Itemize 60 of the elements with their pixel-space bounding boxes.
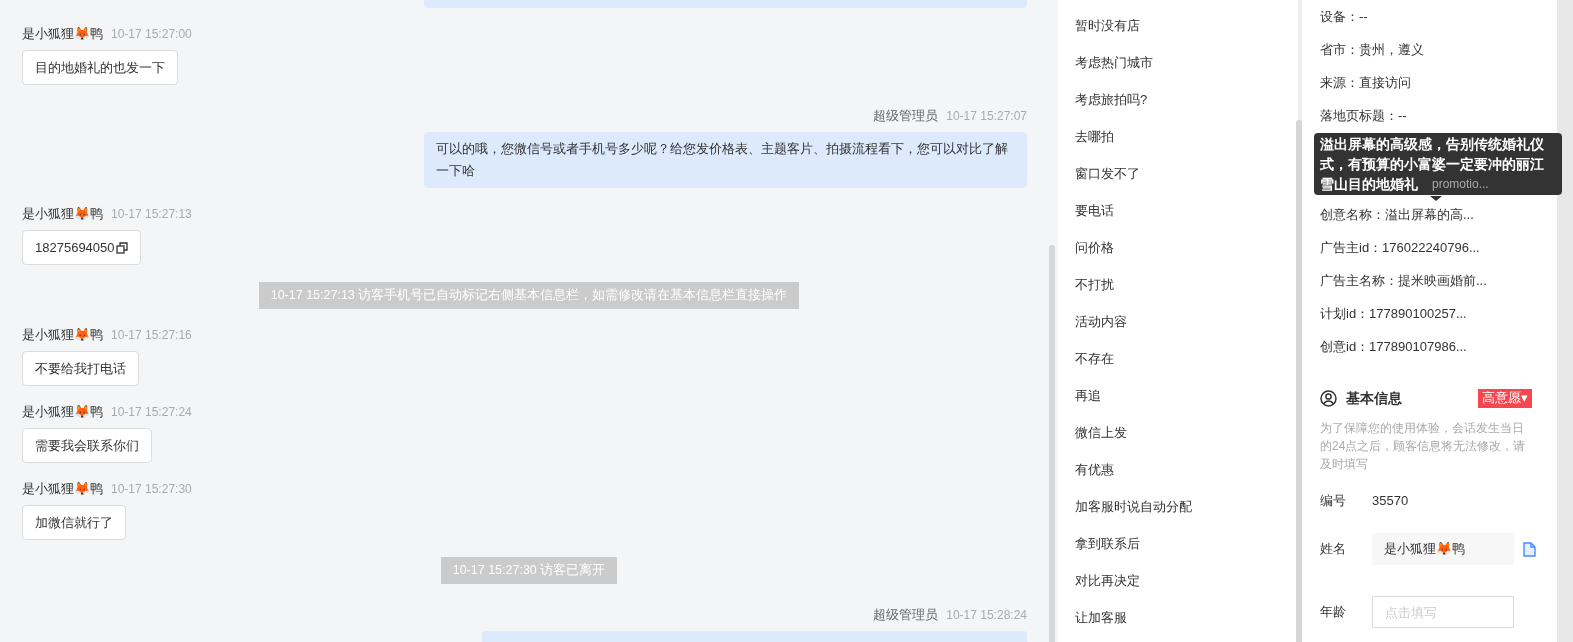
message-time: 10-17 15:27:16 [111, 327, 192, 344]
message-time: 10-17 15:28:24 [946, 607, 1027, 624]
message-bubble: 18275694050 [22, 230, 141, 265]
sender-name: 是小狐狸🦊鸭 [22, 25, 103, 44]
message-time: 10-17 15:27:00 [111, 26, 192, 43]
field-label: 编号 [1320, 492, 1347, 511]
quick-reply-item[interactable]: 要电话 [1075, 192, 1114, 229]
quick-reply-item[interactable]: 微信上发 [1075, 414, 1127, 451]
message-bubble: 加微信就行了 [22, 505, 126, 540]
quick-reply-item[interactable]: 问价格 [1075, 229, 1114, 266]
info-row-text: 创意id：177890107986... [1320, 337, 1467, 356]
field-value: 35570 [1372, 492, 1409, 511]
scrollbar-track[interactable] [1557, 0, 1573, 642]
section-title: 基本信息 [1346, 388, 1402, 408]
quick-reply-item[interactable]: 加客服时说自动分配 [1075, 488, 1192, 525]
message-bubble: 目的地婚礼的也发一下 [22, 50, 178, 85]
intent-badge[interactable]: 高意愿▾ [1478, 388, 1532, 408]
field-label: 姓名 [1320, 540, 1347, 559]
sender-name: 超级管理员 [873, 107, 939, 126]
quick-reply-item[interactable]: 有优惠 [1075, 451, 1114, 488]
info-row-text: 落地页标题：-- [1320, 106, 1407, 125]
sender-name: 是小狐狸🦊鸭 [22, 403, 103, 422]
copy-icon[interactable] [115, 241, 128, 254]
quick-reply-item[interactable]: 不存在 [1075, 340, 1114, 377]
info-row-text: 来源：直接访问 [1320, 73, 1411, 92]
info-row-text: 省市：贵州，遵义 [1320, 40, 1424, 59]
message-bubble: 可以的哦，您微信号或者手机号多少呢？给您发价格表、主题客片、拍摄流程看下，您可以对比了解一下哈 [424, 132, 1027, 188]
message-time: 10-17 15:27:30 [111, 481, 192, 498]
quick-reply-item[interactable]: 考虑热门城市 [1075, 44, 1153, 81]
quick-reply-item[interactable]: 窗口发不了 [1075, 155, 1140, 192]
quick-reply-item[interactable]: 活动内容 [1075, 303, 1127, 340]
quick-reply-item[interactable]: 再追 [1075, 377, 1101, 414]
sender-name: 是小狐狸🦊鸭 [22, 480, 103, 499]
info-row-text: promotio... [1432, 176, 1489, 193]
sender-name: 是小狐狸🦊鸭 [22, 205, 103, 224]
scrollbar[interactable] [1296, 120, 1302, 642]
scrollbar[interactable] [1049, 245, 1055, 642]
info-row-text: 广告主id：176022240796... [1320, 238, 1480, 257]
info-row-text: 创意名称：溢出屏幕的高... [1320, 205, 1474, 224]
message-time: 10-17 15:27:24 [111, 404, 192, 421]
field-label: 年龄 [1320, 603, 1347, 622]
info-row-text: 计划id：177890100257... [1320, 304, 1467, 323]
name-field[interactable]: 是小狐狸🦊鸭 [1372, 533, 1514, 565]
message-time: 10-17 15:27:07 [946, 108, 1027, 125]
quick-reply-item[interactable]: 拿到联系后 [1075, 525, 1140, 562]
quick-reply-item[interactable]: 去哪拍 [1075, 118, 1114, 155]
quick-reply-item[interactable]: 不打扰 [1075, 266, 1114, 303]
quick-reply-item[interactable]: 暂时没有店 [1075, 7, 1140, 44]
info-note: 为了保障您的使用体验，会话发生当日的24点之后，顾客信息将无法修改，请及时填写 [1320, 420, 1527, 473]
quick-reply-item[interactable]: 考虑旅拍吗? [1075, 81, 1148, 118]
quick-reply-item[interactable]: 对比再决定 [1075, 562, 1140, 599]
user-icon [1320, 389, 1337, 407]
message-bubble: 需要我会联系你们 [22, 428, 152, 463]
info-row-text: 设备：-- [1320, 7, 1368, 26]
quick-reply-item[interactable]: 让加客服 [1075, 599, 1127, 636]
sender-name: 是小狐狸🦊鸭 [22, 326, 103, 345]
message-bubble: 不要给我打电话 [22, 351, 139, 386]
message-time: 10-17 15:27:13 [111, 206, 192, 223]
sender-name: 超级管理员 [873, 606, 939, 625]
info-row-text: 广告主名称：提米映画婚前... [1320, 271, 1487, 290]
